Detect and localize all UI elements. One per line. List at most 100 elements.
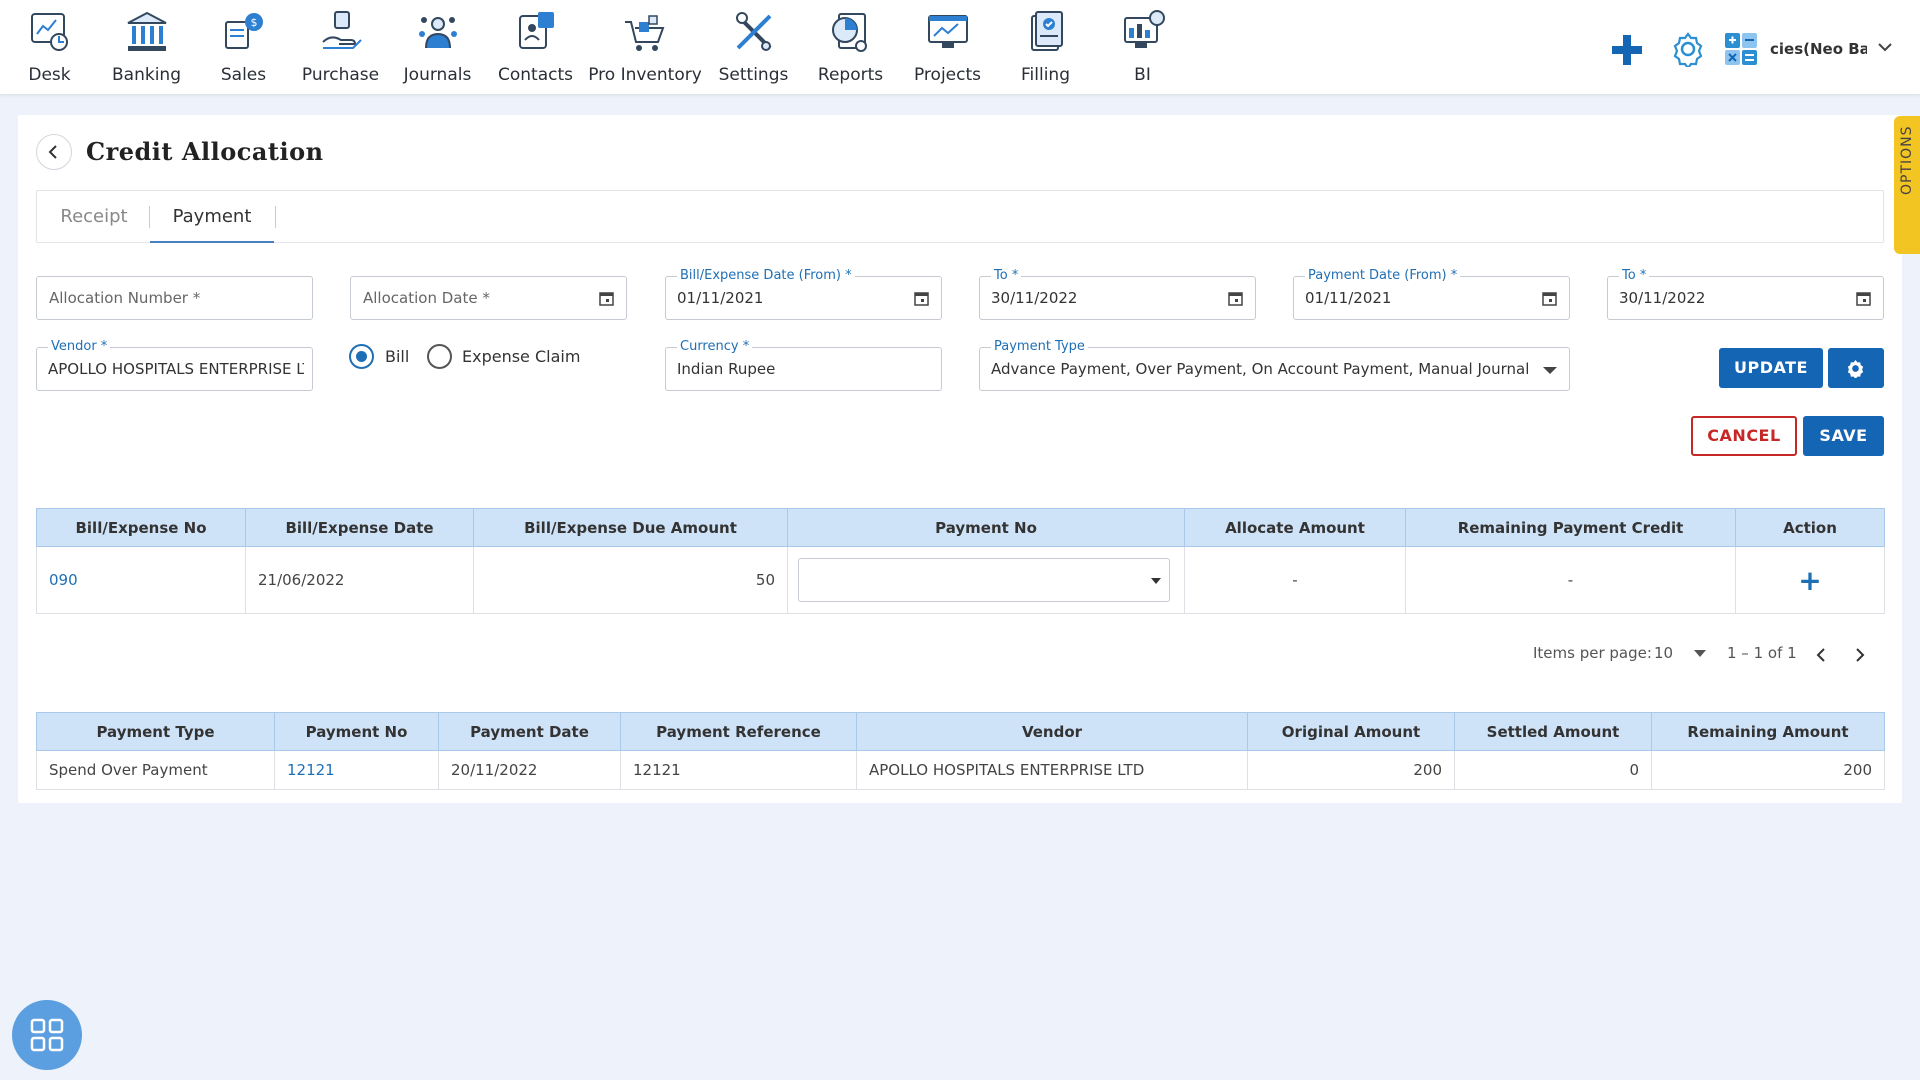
allocation-date-field[interactable]: Allocation Date * bbox=[350, 276, 627, 320]
items-per-page-value[interactable]: 10 bbox=[1654, 644, 1673, 662]
payment-type-cell: Spend Over Payment bbox=[36, 750, 275, 790]
calendar-icon[interactable] bbox=[914, 291, 929, 306]
nav-item-desk[interactable]: Desk bbox=[1, 8, 98, 88]
nav-item-banking[interactable]: Banking bbox=[98, 8, 195, 88]
grid-apps-icon bbox=[30, 1018, 64, 1052]
col-payment-no[interactable]: Payment No bbox=[274, 712, 439, 751]
col-allocate-amount[interactable]: Allocate Amount bbox=[1184, 508, 1406, 547]
settings-tools-icon bbox=[735, 12, 771, 51]
col-due-amount[interactable]: Bill/Expense Due Amount bbox=[473, 508, 788, 547]
options-side-tab[interactable]: OPTIONS bbox=[1894, 116, 1920, 254]
chevron-right-icon[interactable] bbox=[1849, 644, 1871, 666]
reports-icon bbox=[831, 13, 867, 52]
payment-no-select[interactable] bbox=[798, 558, 1170, 602]
vendor-cell: APOLLO HOSPITALS ENTERPRISE LTD bbox=[856, 750, 1248, 790]
nav-item-sales[interactable]: $ Sales bbox=[195, 8, 292, 88]
nav-item-projects[interactable]: Projects bbox=[899, 8, 996, 88]
radio-expense-label: Expense Claim bbox=[462, 347, 581, 366]
bill-no-link[interactable]: 090 bbox=[49, 571, 78, 589]
purchase-icon bbox=[321, 11, 362, 49]
payment-reference-cell: 12121 bbox=[620, 750, 857, 790]
bank-icon bbox=[127, 11, 166, 51]
col-payment-reference[interactable]: Payment Reference bbox=[620, 712, 857, 751]
nav-label: Desk bbox=[28, 65, 71, 85]
nav-item-reports[interactable]: Reports bbox=[802, 8, 899, 88]
vendor-field[interactable]: Vendor * APOLLO HOSPITALS ENTERPRISE LTD bbox=[36, 339, 313, 391]
col-payment-no[interactable]: Payment No bbox=[787, 508, 1185, 547]
sales-icon: $ bbox=[224, 13, 263, 49]
currency-field[interactable]: Currency * Indian Rupee bbox=[665, 339, 942, 391]
settled-amount-cell: 0 bbox=[1454, 750, 1652, 790]
bill-date-from-label: Bill/Expense Date (From) * bbox=[677, 268, 855, 283]
payment-no-link[interactable]: 12121 bbox=[287, 761, 335, 779]
nav-item-filling[interactable]: Filling bbox=[997, 8, 1094, 88]
table-header-row: Bill/Expense No Bill/Expense Date Bill/E… bbox=[36, 508, 1885, 547]
dropdown-caret-icon[interactable] bbox=[1543, 367, 1557, 374]
calculator-icon[interactable] bbox=[1724, 32, 1758, 66]
radio-bill-circle[interactable] bbox=[349, 344, 374, 369]
nav-item-journals[interactable]: Journals bbox=[389, 8, 486, 88]
bill-date-cell: 21/06/2022 bbox=[245, 546, 474, 614]
nav-label: BI bbox=[1134, 65, 1151, 85]
nav-item-settings[interactable]: Settings bbox=[705, 8, 802, 88]
col-bill-no[interactable]: Bill/Expense No bbox=[36, 508, 246, 547]
chevron-left-icon[interactable] bbox=[1810, 644, 1832, 666]
col-payment-type[interactable]: Payment Type bbox=[36, 712, 275, 751]
nav-item-pro-inventory[interactable]: Pro Inventory bbox=[584, 8, 706, 88]
add-allocation-plus-icon[interactable]: + bbox=[1798, 564, 1821, 597]
payment-date-to-field[interactable]: To * 30/11/2022 bbox=[1607, 268, 1884, 320]
nav-label: Filling bbox=[1021, 65, 1070, 85]
bill-date-from-field[interactable]: Bill/Expense Date (From) * 01/11/2021 bbox=[665, 268, 942, 320]
payment-type-label: Payment Type bbox=[991, 339, 1088, 354]
update-button[interactable]: UPDATE bbox=[1719, 348, 1823, 388]
payment-date-from-label: Payment Date (From) * bbox=[1305, 268, 1461, 283]
company-name[interactable]: cies(Neo Ban bbox=[1770, 40, 1867, 58]
nav-label: Journals bbox=[403, 65, 472, 85]
calendar-icon[interactable] bbox=[1542, 291, 1557, 306]
tab-receipt[interactable]: Receipt bbox=[40, 190, 148, 243]
nav-item-contacts[interactable]: Contacts bbox=[487, 8, 584, 88]
calendar-icon[interactable] bbox=[599, 291, 614, 306]
chevron-down-icon[interactable] bbox=[1876, 38, 1894, 56]
tab-payment[interactable]: Payment bbox=[150, 190, 274, 243]
nav-item-bi[interactable]: BI bbox=[1094, 8, 1191, 88]
vendor-value: APOLLO HOSPITALS ENTERPRISE LTD bbox=[48, 360, 304, 378]
calendar-icon[interactable] bbox=[1856, 291, 1871, 306]
apps-menu-button[interactable] bbox=[12, 1000, 82, 1070]
nav-item-purchase[interactable]: Purchase bbox=[292, 8, 389, 88]
payment-type-select[interactable]: Payment Type Advance Payment, Over Payme… bbox=[979, 339, 1570, 391]
table-header-row: Payment Type Payment No Payment Date Pay… bbox=[36, 712, 1885, 751]
dropdown-caret-icon[interactable] bbox=[1151, 578, 1161, 584]
col-remaining-amount[interactable]: Remaining Amount bbox=[1651, 712, 1885, 751]
items-per-page-caret-icon[interactable] bbox=[1694, 650, 1706, 657]
nav-label: Banking bbox=[112, 65, 181, 85]
col-settled-amount[interactable]: Settled Amount bbox=[1454, 712, 1652, 751]
calendar-icon[interactable] bbox=[1228, 291, 1243, 306]
payments-table: Payment Type Payment No Payment Date Pay… bbox=[36, 712, 1885, 790]
nav-label: Pro Inventory bbox=[588, 65, 702, 85]
col-bill-date[interactable]: Bill/Expense Date bbox=[245, 508, 474, 547]
settings-gear-icon[interactable] bbox=[1670, 31, 1706, 67]
bi-icon bbox=[1123, 10, 1165, 48]
page-title: Credit Allocation bbox=[86, 137, 324, 166]
col-remaining-credit[interactable]: Remaining Payment Credit bbox=[1405, 508, 1736, 547]
svg-text:$: $ bbox=[250, 16, 257, 29]
nav-label: Settings bbox=[718, 65, 789, 85]
back-button[interactable] bbox=[36, 134, 72, 170]
radio-expense-circle[interactable] bbox=[427, 344, 452, 369]
remaining-amount-cell: 200 bbox=[1651, 750, 1885, 790]
allocation-number-field[interactable]: Allocation Number * bbox=[36, 276, 313, 320]
add-new-icon[interactable] bbox=[1608, 31, 1646, 69]
items-per-page-label: Items per page: bbox=[1533, 644, 1652, 662]
col-original-amount[interactable]: Original Amount bbox=[1247, 712, 1455, 751]
projects-icon bbox=[927, 15, 968, 48]
column-settings-button[interactable] bbox=[1828, 348, 1884, 388]
save-button[interactable]: SAVE bbox=[1803, 416, 1884, 456]
col-vendor[interactable]: Vendor bbox=[856, 712, 1248, 751]
bill-date-to-field[interactable]: To * 30/11/2022 bbox=[979, 268, 1256, 320]
radio-bill-label: Bill bbox=[385, 347, 410, 366]
pagination-range: 1 – 1 of 1 bbox=[1727, 644, 1797, 662]
col-payment-date[interactable]: Payment Date bbox=[438, 712, 621, 751]
cancel-button[interactable]: CANCEL bbox=[1691, 416, 1797, 456]
payment-date-from-field[interactable]: Payment Date (From) * 01/11/2021 bbox=[1293, 268, 1570, 320]
